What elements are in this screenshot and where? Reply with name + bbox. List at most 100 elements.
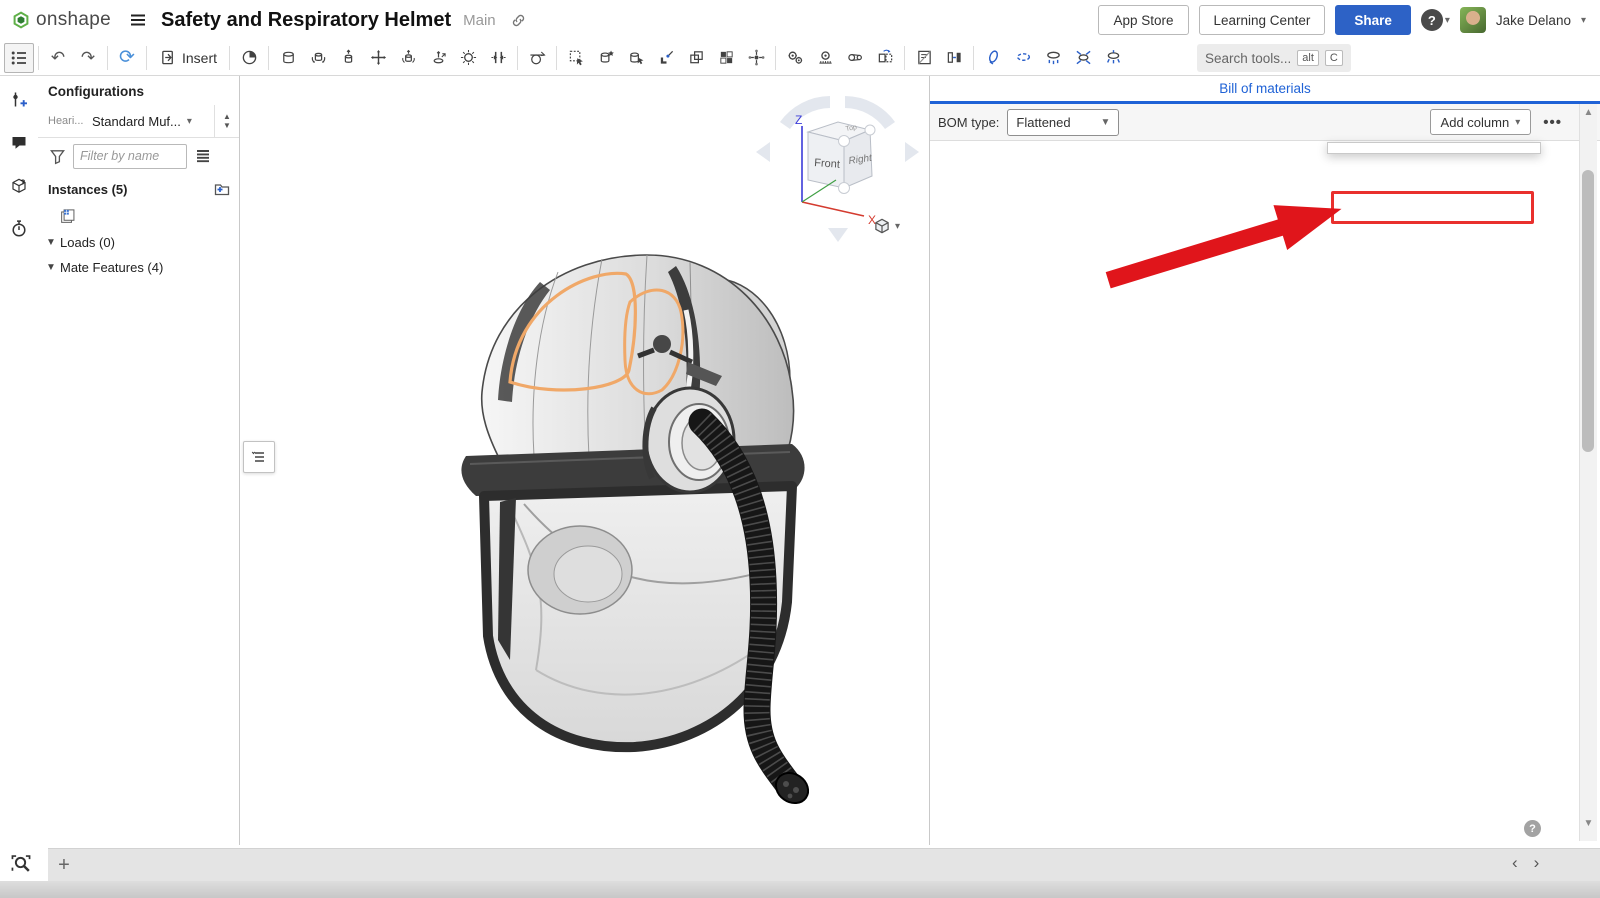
tabs-prev-icon[interactable]: ‹ — [1512, 853, 1518, 873]
sim-bearing-button[interactable] — [1008, 43, 1038, 73]
assembly-pattern-button[interactable] — [711, 43, 741, 73]
instances-tree — [38, 204, 239, 230]
bom-panel-title[interactable]: Bill of materials — [1219, 81, 1311, 96]
scrollbar-thumb[interactable] — [1582, 170, 1594, 452]
mate-connector-button[interactable] — [651, 43, 681, 73]
release-management-button[interactable]: ? — [6, 172, 32, 198]
loads-section[interactable]: ▼ Loads (0) — [38, 230, 239, 256]
comments-panel-icon — [10, 133, 28, 151]
document-title: Safety and Respiratory Helmet — [161, 9, 451, 32]
top-header: onshape Safety and Respiratory Helmet Ma… — [0, 0, 1600, 40]
filter-row — [38, 138, 239, 174]
tree-item[interactable] — [38, 204, 239, 230]
svg-text:Front: Front — [814, 157, 840, 171]
cylindrical-mate-button[interactable] — [393, 43, 423, 73]
pin-slot-mate-icon — [429, 49, 447, 67]
edit-in-context-button[interactable] — [621, 43, 651, 73]
user-chevron-down-icon[interactable]: ▾ — [1581, 15, 1586, 26]
history-panel-icon — [10, 219, 28, 237]
bom-panel: Bill of materials BOM type: Flattened ▼ … — [929, 76, 1600, 845]
interference-detection-icon — [945, 49, 963, 67]
filter-funnel-icon[interactable] — [48, 147, 66, 165]
parallel-mate-button[interactable] — [483, 43, 513, 73]
sim-squeeze-button[interactable] — [1068, 43, 1098, 73]
workspace-name[interactable]: Main — [463, 12, 496, 29]
app-store-button[interactable]: App Store — [1098, 5, 1188, 35]
tabs-next-icon[interactable]: › — [1534, 853, 1540, 873]
bom-controls: BOM type: Flattened ▼ Add column ▾ ••• — [930, 104, 1600, 141]
help-badge[interactable]: ? — [1524, 820, 1541, 837]
panel-flyout-handle[interactable] — [243, 441, 275, 473]
mate-button[interactable] — [234, 43, 264, 73]
mate-features-section[interactable]: ▼ Mate Features (4) — [38, 255, 239, 281]
scroll-up-icon[interactable]: ▲ — [1580, 107, 1597, 118]
add-column-label: Add column — [1441, 115, 1510, 130]
left-icon-rail: ? — [0, 76, 38, 845]
undo-button[interactable]: ↶ — [43, 43, 73, 73]
exploded-view-button[interactable] — [741, 43, 771, 73]
ball-mate-button[interactable] — [453, 43, 483, 73]
list-options-icon[interactable] — [194, 147, 212, 165]
comments-panel-button[interactable] — [6, 129, 32, 155]
search-tools-placeholder: Search tools... — [1205, 51, 1291, 66]
sim-spray-button[interactable] — [1098, 43, 1128, 73]
insert-part-button[interactable] — [591, 43, 621, 73]
add-column-button[interactable]: Add column ▾ — [1430, 109, 1532, 135]
learning-center-button[interactable]: Learning Center — [1199, 5, 1326, 35]
view-options-button[interactable]: ▾ — [872, 216, 900, 236]
create-drawing-icon — [915, 49, 933, 67]
configuration-spinner[interactable]: ▲▼ — [214, 105, 239, 137]
sim-revolute-button[interactable] — [978, 43, 1008, 73]
add-folder-icon[interactable] — [213, 180, 231, 198]
replicate-button[interactable] — [870, 43, 900, 73]
fastened-mate-button[interactable] — [273, 43, 303, 73]
interference-detection-button[interactable] — [939, 43, 969, 73]
scroll-down-icon[interactable]: ▼ — [1580, 818, 1597, 829]
revolute-mate-button[interactable] — [303, 43, 333, 73]
view-cube-body: Front Right Top — [808, 122, 875, 194]
share-button[interactable]: Share — [1335, 5, 1411, 35]
rack-and-pinion-relation-icon — [816, 49, 834, 67]
slider-mate-button[interactable] — [333, 43, 363, 73]
sim-distributed-load-button[interactable] — [1038, 43, 1068, 73]
configuration-value-dropdown[interactable]: Standard Muf... ▾ — [92, 114, 192, 129]
assembly-structure-toggle-button[interactable] — [4, 43, 34, 73]
insert-icon — [159, 49, 177, 67]
pin-slot-mate-button[interactable] — [423, 43, 453, 73]
configurations-panel-button[interactable] — [6, 86, 32, 112]
tangent-mate-icon — [528, 49, 546, 67]
bom-type-label: BOM type: — [938, 115, 999, 130]
tangent-mate-button[interactable] — [522, 43, 552, 73]
graphics-area[interactable]: Front Right Top Z X ▾ — [240, 76, 929, 845]
create-drawing-button[interactable] — [909, 43, 939, 73]
box-select-button[interactable] — [561, 43, 591, 73]
svg-text:Z: Z — [795, 113, 802, 127]
link-icon[interactable] — [510, 11, 528, 29]
gear-relation-button[interactable] — [780, 43, 810, 73]
help-menu[interactable]: ? ▾ — [1421, 9, 1450, 31]
toolbar-separator — [556, 46, 557, 70]
loads-label: Loads (0) — [60, 235, 115, 250]
search-tools[interactable]: Search tools... alt C — [1197, 44, 1351, 72]
planar-mate-button[interactable] — [363, 43, 393, 73]
belt-relation-button[interactable] — [840, 43, 870, 73]
onshape-logo[interactable]: onshape — [12, 9, 111, 31]
user-name[interactable]: Jake Delano — [1496, 13, 1571, 28]
configuration-param-label: Heari... — [48, 115, 86, 127]
helmet-model[interactable] — [440, 240, 840, 810]
new-tab-button[interactable]: + — [52, 853, 76, 877]
bom-type-dropdown[interactable]: Flattened ▼ — [1007, 109, 1119, 136]
tab-search-button[interactable] — [10, 851, 36, 877]
insert-button[interactable]: Insert — [151, 43, 225, 73]
group-button[interactable] — [681, 43, 711, 73]
document-menu-icon[interactable] — [129, 11, 147, 29]
bom-scrollbar[interactable]: ▲ ▼ — [1579, 104, 1597, 841]
history-panel-button[interactable] — [6, 215, 32, 241]
update-linked-documents-button[interactable]: ⟳ — [112, 43, 142, 73]
rack-and-pinion-relation-button[interactable] — [810, 43, 840, 73]
avatar[interactable] — [1460, 7, 1486, 33]
redo-button[interactable]: ↷ — [73, 43, 103, 73]
bom-more-menu-button[interactable]: ••• — [1539, 112, 1566, 133]
tab-strip-background — [48, 848, 1600, 881]
filter-input[interactable] — [73, 144, 187, 169]
